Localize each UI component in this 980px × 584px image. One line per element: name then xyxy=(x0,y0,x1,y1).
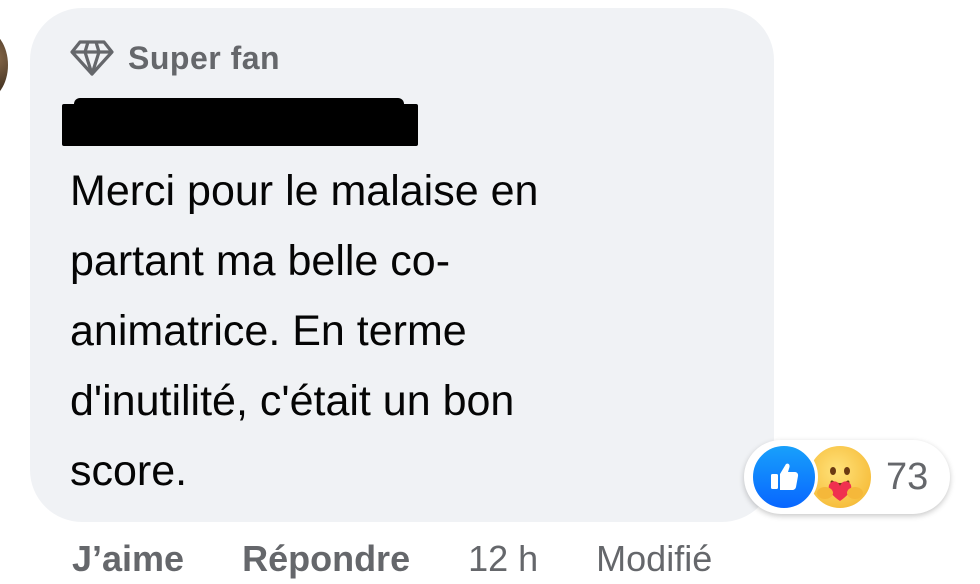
avatar[interactable] xyxy=(0,30,8,100)
comment-line: animatrice. En terme xyxy=(70,307,467,355)
badge-label: Super fan xyxy=(128,39,281,76)
comment-actions: J’aime Répondre 12 h Modifié xyxy=(72,534,712,584)
comment-line: Merci pour le malaise en xyxy=(70,167,539,215)
comment-line: d'inutilité, c'était un bon xyxy=(70,377,515,425)
like-button[interactable]: J’aime xyxy=(72,538,184,580)
timestamp[interactable]: 12 h xyxy=(468,538,538,580)
reactions-summary[interactable]: 73 xyxy=(744,440,950,514)
reply-button[interactable]: Répondre xyxy=(242,538,410,580)
redacted-author-name[interactable] xyxy=(62,98,418,146)
diamond-icon xyxy=(70,39,114,77)
reaction-count: 73 xyxy=(886,455,929,498)
comment-line: partant ma belle co- xyxy=(70,237,451,285)
comment-line: score. xyxy=(70,447,188,495)
comment-text: Merci pour le malaise en partant ma bell… xyxy=(70,156,710,506)
edited-label[interactable]: Modifié xyxy=(596,538,712,580)
super-fan-badge[interactable]: Super fan xyxy=(70,36,280,80)
like-icon xyxy=(750,443,818,511)
